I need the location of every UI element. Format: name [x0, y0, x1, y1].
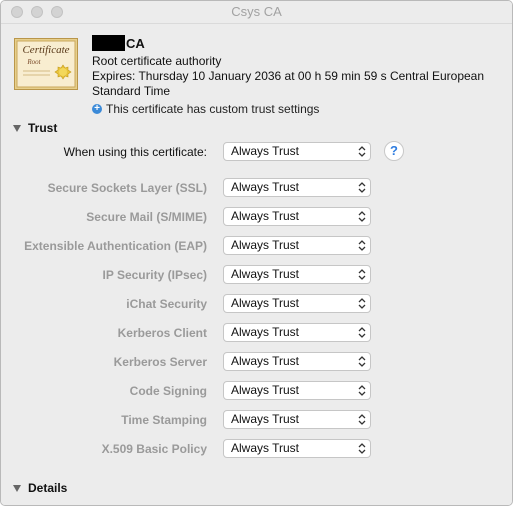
content-area: Certificate Root CA Root certificate aut… — [1, 24, 512, 505]
main-trust-value: Always Trust — [231, 144, 300, 158]
details-disclosure[interactable]: Details — [13, 481, 67, 495]
certificate-icon-subtitle: Root — [26, 58, 41, 66]
certificate-icon: Certificate Root — [14, 38, 78, 90]
ssl-select[interactable]: Always Trust — [223, 178, 371, 197]
disclosure-triangle-icon — [13, 124, 21, 132]
code-signing-select[interactable]: Always Trust — [223, 381, 371, 400]
redacted-block — [92, 35, 125, 51]
certificate-window: Csys CA Certificate Root CA Root certifi… — [0, 0, 513, 506]
chevron-updown-icon — [358, 182, 366, 193]
smime-label: Secure Mail (S/MIME) — [86, 210, 207, 224]
certificate-expiry: Expires: Thursday 10 January 2036 at 00 … — [92, 69, 485, 98]
details-section-label: Details — [28, 481, 68, 495]
kerberos-client-value: Always Trust — [231, 325, 300, 339]
main-trust-label: When using this certificate: — [63, 145, 207, 159]
ipsec-value: Always Trust — [231, 267, 300, 281]
chevron-updown-icon — [358, 240, 366, 251]
disclosure-triangle-icon — [13, 484, 21, 492]
chevron-updown-icon — [358, 385, 366, 396]
ssl-value: Always Trust — [231, 180, 300, 194]
ssl-label: Secure Sockets Layer (SSL) — [47, 181, 207, 195]
ichat-label: iChat Security — [126, 297, 207, 311]
help-button[interactable]: ? — [384, 141, 404, 161]
code-signing-label: Code Signing — [129, 384, 207, 398]
kerberos-server-value: Always Trust — [231, 354, 300, 368]
chevron-updown-icon — [358, 298, 366, 309]
x509-label: X.509 Basic Policy — [101, 442, 207, 456]
chevron-updown-icon — [358, 211, 366, 222]
plus-circle-icon: + — [92, 104, 102, 114]
ichat-select[interactable]: Always Trust — [223, 294, 371, 313]
chevron-updown-icon — [358, 327, 366, 338]
time-stamping-label: Time Stamping — [121, 413, 207, 427]
chevron-updown-icon — [358, 269, 366, 280]
chevron-updown-icon — [358, 414, 366, 425]
window-title: Csys CA — [231, 4, 282, 19]
certificate-name-text: CA — [126, 35, 145, 51]
eap-label: Extensible Authentication (EAP) — [24, 239, 207, 253]
custom-trust-note: + This certificate has custom trust sett… — [92, 102, 319, 116]
certificate-subtitle: Root certificate authority — [92, 54, 222, 68]
kerberos-client-select[interactable]: Always Trust — [223, 323, 371, 342]
ipsec-label: IP Security (IPsec) — [102, 268, 208, 282]
smime-select[interactable]: Always Trust — [223, 207, 371, 226]
x509-value: Always Trust — [231, 441, 300, 455]
x509-select[interactable]: Always Trust — [223, 439, 371, 458]
time-stamping-select[interactable]: Always Trust — [223, 410, 371, 429]
chevron-updown-icon — [358, 146, 366, 157]
kerberos-server-select[interactable]: Always Trust — [223, 352, 371, 371]
smime-value: Always Trust — [231, 209, 300, 223]
chevron-updown-icon — [358, 356, 366, 367]
eap-select[interactable]: Always Trust — [223, 236, 371, 255]
kerberos-client-label: Kerberos Client — [117, 326, 207, 340]
title-bar: Csys CA — [1, 1, 512, 24]
ichat-value: Always Trust — [231, 296, 300, 310]
kerberos-server-label: Kerberos Server — [113, 355, 207, 369]
ipsec-select[interactable]: Always Trust — [223, 265, 371, 284]
main-trust-select[interactable]: Always Trust — [223, 142, 371, 161]
code-signing-value: Always Trust — [231, 383, 300, 397]
chevron-updown-icon — [358, 443, 366, 454]
certificate-name: CA — [92, 35, 145, 51]
custom-trust-text: This certificate has custom trust settin… — [106, 102, 320, 116]
trust-section-label: Trust — [28, 121, 58, 135]
trust-disclosure[interactable]: Trust — [13, 121, 57, 135]
eap-value: Always Trust — [231, 238, 300, 252]
time-stamping-value: Always Trust — [231, 412, 300, 426]
certificate-icon-title: Certificate — [22, 44, 69, 56]
